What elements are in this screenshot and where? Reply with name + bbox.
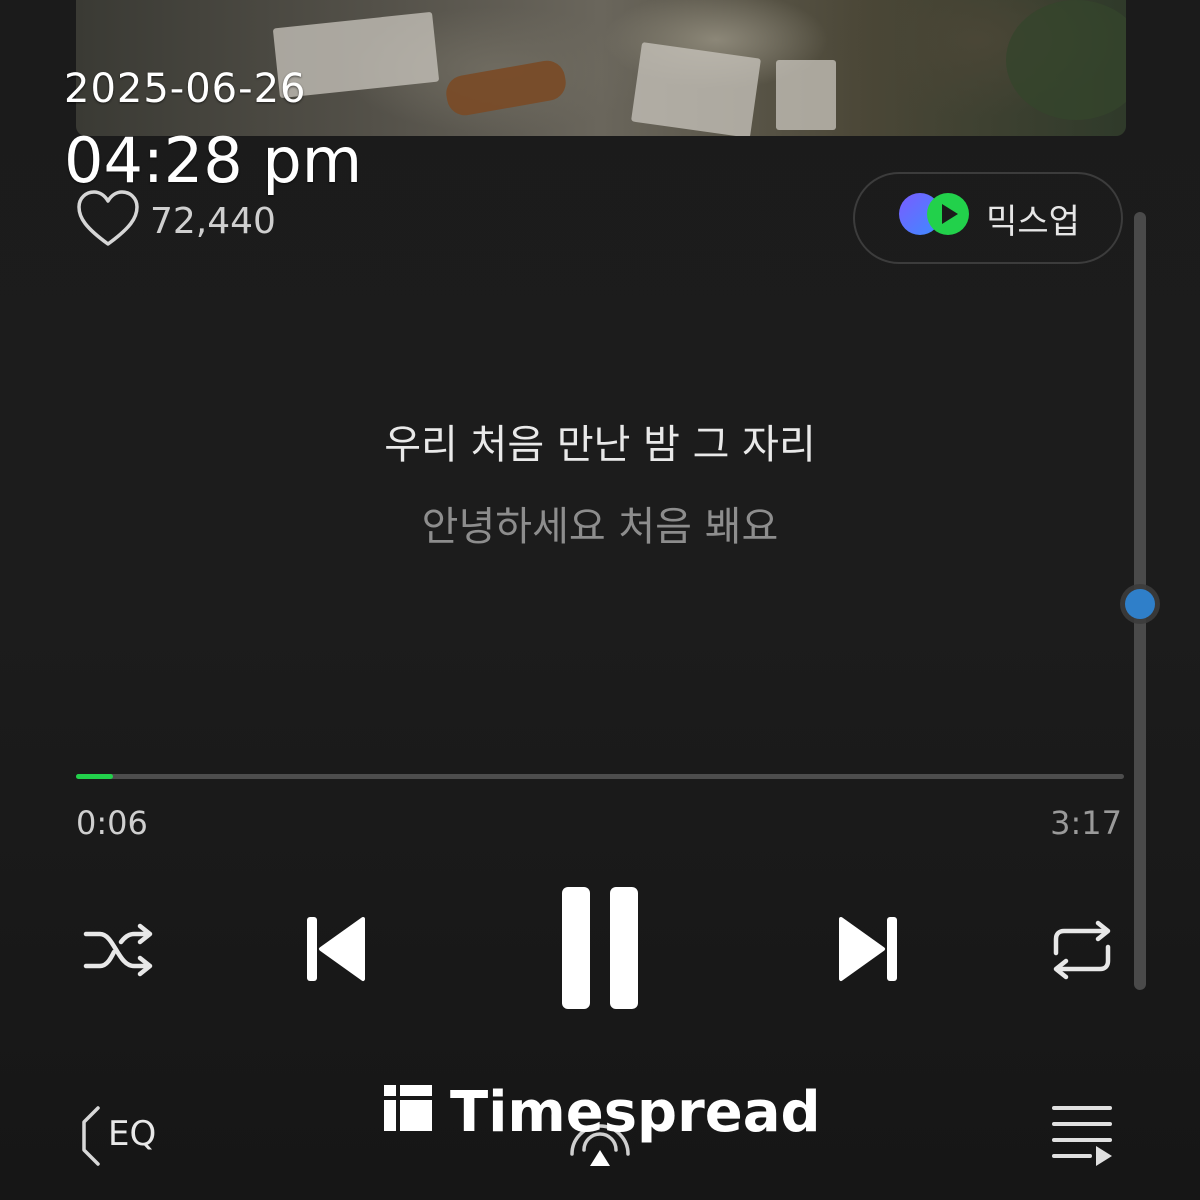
shuffle-icon bbox=[80, 920, 156, 984]
eq-label: EQ bbox=[108, 1114, 157, 1154]
like-count: 72,440 bbox=[150, 200, 276, 242]
previous-button[interactable] bbox=[290, 906, 380, 996]
player-screen: 2025-06-26 04:28 pm 72,440 믹스업 우리 처음 만난 … bbox=[0, 0, 1200, 1200]
scroll-thumb-dot bbox=[1125, 589, 1155, 619]
watermark-logo-icon bbox=[384, 1080, 432, 1145]
equalizer-speaker-icon bbox=[74, 1106, 170, 1176]
progress-fill bbox=[76, 774, 113, 779]
playlist-icon bbox=[1052, 1106, 1116, 1170]
lyric-next-line[interactable]: 안녕하세요 처음 봬요 bbox=[0, 494, 1200, 552]
eq-button[interactable]: EQ bbox=[74, 1100, 170, 1172]
repeat-icon bbox=[1046, 917, 1118, 987]
next-button[interactable] bbox=[824, 906, 914, 996]
total-duration: 3:17 bbox=[1050, 804, 1122, 842]
mixup-label: 믹스업 bbox=[986, 201, 1080, 242]
skip-previous-icon bbox=[299, 911, 371, 991]
mixup-icon bbox=[896, 189, 972, 248]
shuffle-button[interactable] bbox=[76, 910, 160, 994]
watermark-text: Timespread bbox=[450, 1080, 821, 1145]
pause-button[interactable] bbox=[540, 880, 660, 1020]
skip-next-icon bbox=[833, 911, 905, 991]
lyrics-scroll-thumb[interactable] bbox=[1120, 584, 1160, 624]
date-stamp: 2025-06-26 bbox=[64, 66, 307, 112]
elapsed-time: 0:06 bbox=[76, 804, 148, 842]
pause-icon bbox=[550, 883, 650, 1017]
repeat-button[interactable] bbox=[1040, 910, 1124, 994]
heart-icon[interactable] bbox=[76, 190, 140, 252]
cast-icon bbox=[562, 1124, 638, 1174]
lyric-current-line[interactable]: 우리 처음 만난 밤 그 자리 bbox=[0, 412, 1200, 470]
time-stamp: 04:28 pm bbox=[64, 124, 363, 197]
playlist-button[interactable] bbox=[1052, 1104, 1116, 1166]
mixup-button[interactable]: 믹스업 bbox=[853, 172, 1123, 264]
like-row[interactable]: 72,440 bbox=[76, 190, 276, 252]
watermark: Timespread bbox=[384, 1080, 821, 1145]
progress-bar[interactable] bbox=[76, 774, 1124, 779]
